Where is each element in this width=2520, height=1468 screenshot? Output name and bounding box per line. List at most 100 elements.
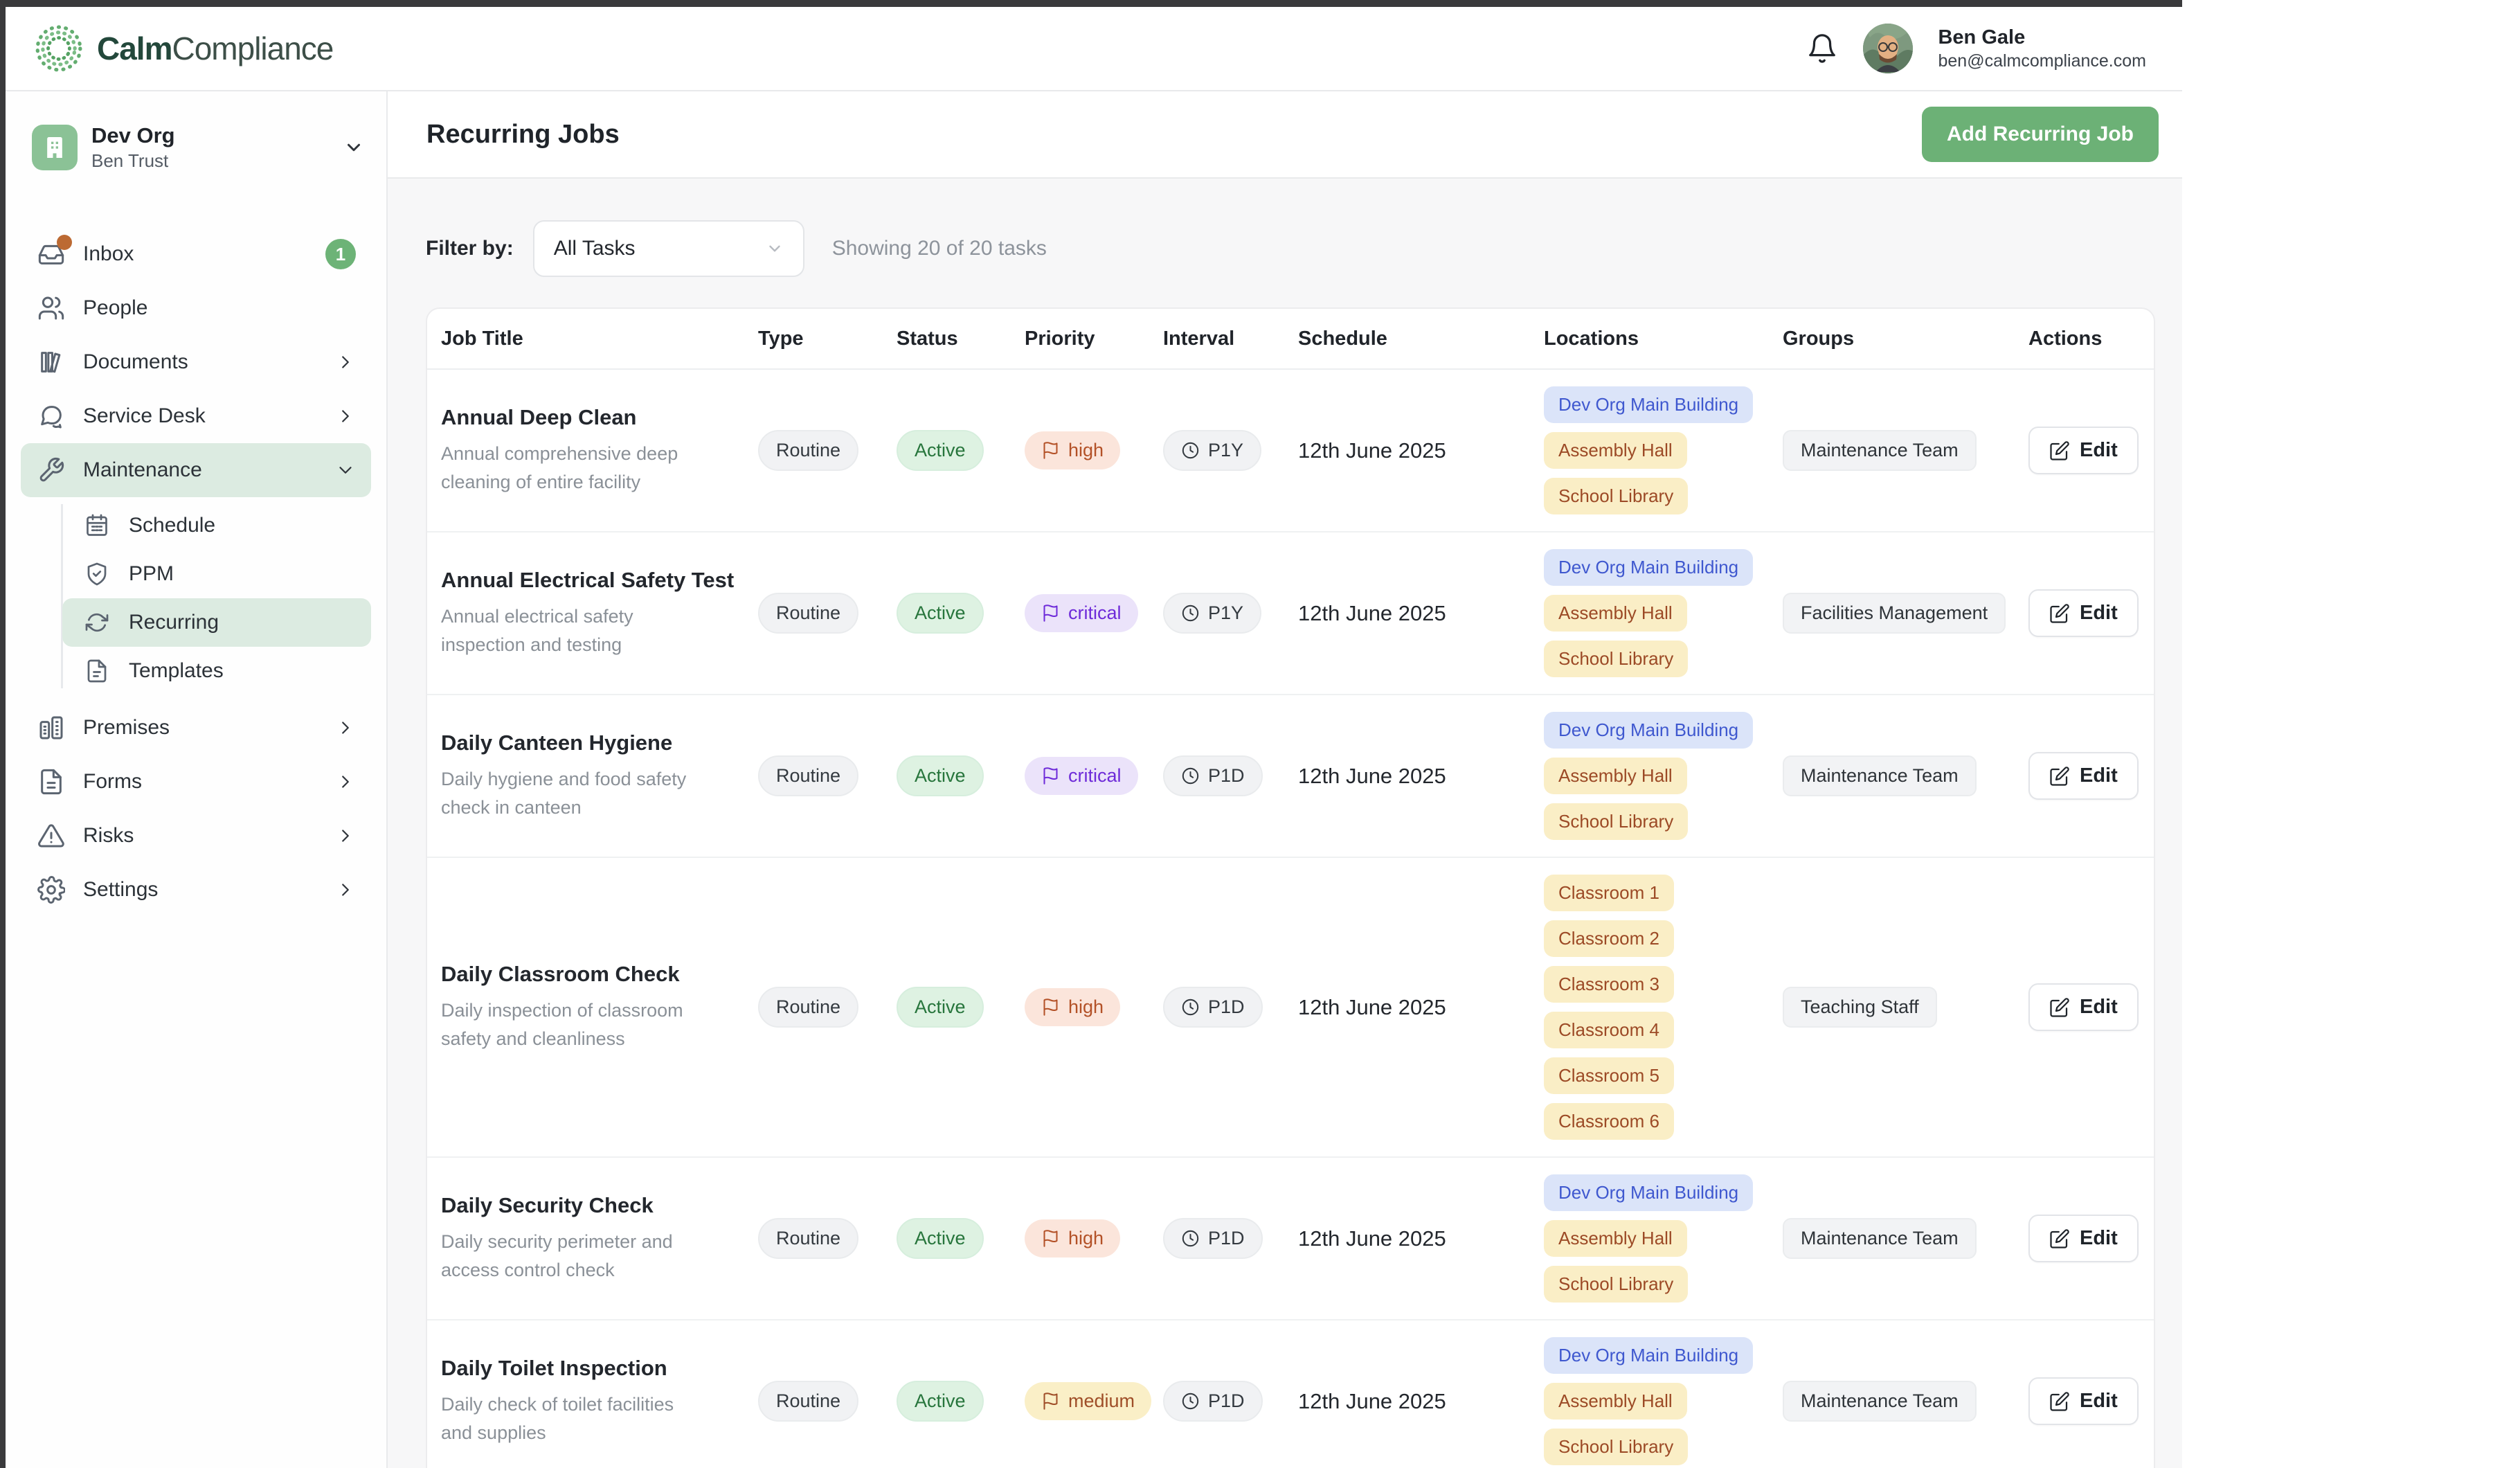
- locations-cell: Dev Org Main BuildingAssembly HallSchool…: [1531, 695, 1770, 857]
- edit-button[interactable]: Edit: [2028, 752, 2139, 800]
- add-recurring-job-button[interactable]: Add Recurring Job: [1922, 107, 2159, 162]
- window-edge-left: [0, 0, 6, 1468]
- org-switcher[interactable]: Dev Org Ben Trust: [21, 116, 371, 179]
- location-badge: Dev Org Main Building: [1544, 1174, 1753, 1211]
- group-badge: Facilities Management: [1783, 593, 2006, 634]
- schedule-cell: 12th June 2025: [1286, 1372, 1531, 1431]
- groups-cell: Maintenance Team: [1770, 1364, 2016, 1438]
- edit-icon: [2049, 766, 2070, 787]
- sidebar-item-premises[interactable]: Premises: [21, 701, 371, 755]
- type-cell: Routine: [746, 1201, 884, 1275]
- sidebar-item-inbox[interactable]: Inbox 1: [21, 227, 371, 281]
- flag-icon: [1041, 441, 1060, 460]
- edit-button[interactable]: Edit: [2028, 589, 2139, 637]
- job-title: Daily Canteen Hygiene: [441, 731, 739, 755]
- sidebar: Dev Org Ben Trust Inbox 1 People Documents S…: [6, 91, 388, 1468]
- edit-button[interactable]: Edit: [2028, 427, 2139, 474]
- type-cell: Routine: [746, 1364, 884, 1438]
- edit-icon: [2049, 440, 2070, 461]
- documents-icon: [37, 348, 65, 376]
- interval-cell: P1D: [1151, 970, 1286, 1044]
- chevron-right-icon: [335, 825, 356, 846]
- type-badge: Routine: [758, 593, 858, 634]
- location-badge: Classroom 3: [1544, 966, 1674, 1003]
- job-description: Daily security perimeter and access cont…: [441, 1228, 704, 1284]
- location-badge: Assembly Hall: [1544, 1220, 1687, 1257]
- location-badge: School Library: [1544, 1429, 1688, 1465]
- edit-icon: [2049, 997, 2070, 1018]
- locations-cell: Dev Org Main BuildingAssembly HallSchool…: [1531, 1158, 1770, 1319]
- priority-cell: high: [1012, 415, 1151, 486]
- status-cell: Active: [884, 1201, 1012, 1275]
- sidebar-item-label: Inbox: [83, 242, 134, 266]
- table-row: Daily Security Check Daily security peri…: [427, 1156, 2154, 1319]
- sidebar-submenu-maintenance: Schedule PPM Recurring Templates: [21, 501, 371, 695]
- sidebar-item-ppm[interactable]: PPM: [62, 550, 371, 598]
- job-title-cell: Annual Deep Clean Annual comprehensive d…: [427, 388, 746, 512]
- job-title: Annual Electrical Safety Test: [441, 568, 739, 593]
- sidebar-item-people[interactable]: People: [21, 281, 371, 335]
- status-badge: Active: [897, 987, 984, 1028]
- sidebar-item-documents[interactable]: Documents: [21, 335, 371, 389]
- flag-icon: [1041, 1229, 1060, 1248]
- priority-cell: medium: [1012, 1366, 1151, 1437]
- type-cell: Routine: [746, 413, 884, 487]
- user-avatar[interactable]: [1863, 24, 1913, 73]
- chevron-down-icon: [343, 137, 364, 158]
- location-badge: Classroom 6: [1544, 1103, 1674, 1140]
- status-badge: Active: [897, 430, 984, 471]
- group-badge: Maintenance Team: [1783, 1381, 1977, 1422]
- column-header-actions: Actions: [2016, 328, 2154, 350]
- table-row: Annual Deep Clean Annual comprehensive d…: [427, 370, 2154, 531]
- sidebar-item-recurring[interactable]: Recurring: [62, 598, 371, 647]
- edit-button[interactable]: Edit: [2028, 1215, 2139, 1262]
- notifications-bell-icon[interactable]: [1806, 33, 1838, 64]
- top-bar: CalmCompliance: [6, 7, 2182, 91]
- locations-cell: Classroom 1Classroom 2Classroom 3Classro…: [1531, 858, 1770, 1156]
- templates-icon: [84, 659, 112, 683]
- sidebar-item-label: PPM: [129, 562, 174, 586]
- clock-icon: [1181, 767, 1200, 785]
- sidebar-item-service-desk[interactable]: Service Desk: [21, 389, 371, 443]
- sidebar-item-maintenance[interactable]: Maintenance: [21, 443, 371, 497]
- job-description: Daily check of toilet facilities and sup…: [441, 1390, 704, 1447]
- user-block[interactable]: Ben Gale ben@calmcompliance.com: [1938, 25, 2146, 72]
- premises-icon: [37, 714, 65, 742]
- sidebar-item-forms[interactable]: Forms: [21, 755, 371, 809]
- page-header: Recurring Jobs Add Recurring Job: [388, 91, 2182, 179]
- settings-icon: [37, 876, 65, 904]
- sidebar-item-label: Documents: [83, 350, 188, 374]
- type-badge: Routine: [758, 755, 858, 796]
- schedule-date: 12th June 2025: [1298, 764, 1446, 789]
- logo-swirl-icon: [33, 23, 84, 74]
- chevron-down-icon: [335, 460, 356, 481]
- priority-badge: high: [1025, 988, 1120, 1026]
- flag-icon: [1041, 604, 1060, 623]
- sidebar-item-label: Recurring: [129, 611, 219, 634]
- service-desk-icon: [37, 402, 65, 430]
- priority-badge: high: [1025, 431, 1120, 469]
- location-badge: Classroom 5: [1544, 1057, 1674, 1094]
- sidebar-item-templates[interactable]: Templates: [62, 647, 371, 695]
- task-filter-select[interactable]: All Tasks: [533, 220, 804, 277]
- chevron-right-icon: [335, 879, 356, 900]
- type-cell: Routine: [746, 970, 884, 1044]
- edit-icon: [2049, 1228, 2070, 1249]
- priority-cell: high: [1012, 972, 1151, 1043]
- sidebar-item-settings[interactable]: Settings: [21, 863, 371, 917]
- job-title: Daily Classroom Check: [441, 962, 739, 987]
- inbox-count-badge: 1: [325, 239, 356, 269]
- sidebar-item-schedule[interactable]: Schedule: [62, 501, 371, 550]
- inbox-icon: [37, 240, 65, 268]
- table-row: Daily Canteen Hygiene Daily hygiene and …: [427, 694, 2154, 857]
- groups-cell: Teaching Staff: [1770, 970, 2016, 1044]
- edit-button[interactable]: Edit: [2028, 983, 2139, 1031]
- jobs-table: Job TitleTypeStatusPriorityIntervalSched…: [426, 307, 2155, 1468]
- location-badge: School Library: [1544, 641, 1688, 677]
- edit-button[interactable]: Edit: [2028, 1377, 2139, 1425]
- priority-badge: medium: [1025, 1382, 1151, 1420]
- interval-cell: P1Y: [1151, 413, 1286, 487]
- schedule-cell: 12th June 2025: [1286, 978, 1531, 1037]
- schedule-icon: [84, 513, 112, 538]
- sidebar-item-risks[interactable]: Risks: [21, 809, 371, 863]
